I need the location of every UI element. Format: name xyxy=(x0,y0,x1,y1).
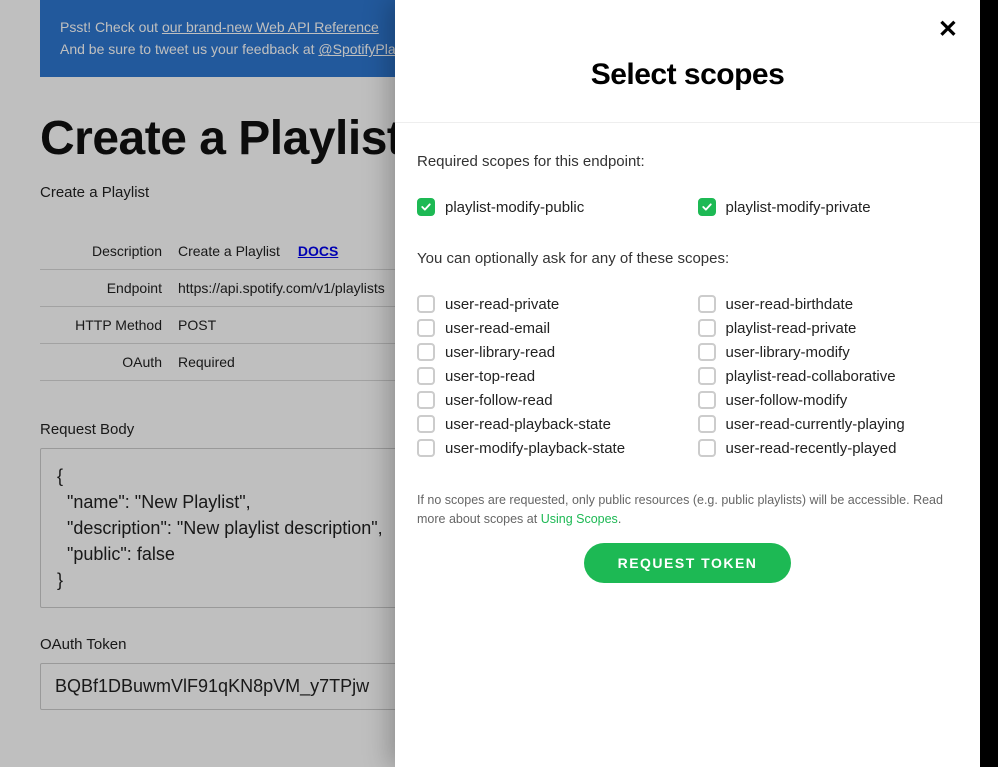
request-token-button[interactable]: REQUEST TOKEN xyxy=(584,543,792,583)
scope-label: user-top-read xyxy=(445,368,535,385)
scope-label: user-follow-modify xyxy=(726,392,848,409)
scope-item[interactable]: user-read-birthdate xyxy=(698,295,959,313)
select-scopes-modal: ✕ Select scopes Required scopes for this… xyxy=(395,0,980,767)
scope-label: user-follow-read xyxy=(445,392,553,409)
scope-label: user-read-recently-played xyxy=(726,440,897,457)
checkbox-icon[interactable] xyxy=(698,343,716,361)
checkbox-icon[interactable] xyxy=(698,319,716,337)
scope-item[interactable]: playlist-modify-public xyxy=(417,198,678,216)
scope-item[interactable]: user-read-email xyxy=(417,319,678,337)
scope-item[interactable]: user-modify-playback-state xyxy=(417,439,678,457)
checkbox-checked-icon[interactable] xyxy=(417,198,435,216)
optional-scopes-text: You can optionally ask for any of these … xyxy=(417,250,958,267)
modal-title: Select scopes xyxy=(415,58,960,92)
checkbox-icon[interactable] xyxy=(417,415,435,433)
checkbox-checked-icon[interactable] xyxy=(698,198,716,216)
checkbox-icon[interactable] xyxy=(698,415,716,433)
checkbox-icon[interactable] xyxy=(417,295,435,313)
optional-scopes-grid: user-read-private user-read-birthdate user… xyxy=(417,295,958,457)
scope-label: playlist-read-collaborative xyxy=(726,368,896,385)
close-button[interactable]: ✕ xyxy=(938,18,958,42)
fineprint: If no scopes are requested, only public … xyxy=(417,491,958,529)
scope-item[interactable]: user-read-private xyxy=(417,295,678,313)
scope-label: user-modify-playback-state xyxy=(445,440,625,457)
fineprint-suffix: . xyxy=(618,512,621,526)
scope-item[interactable]: playlist-modify-private xyxy=(698,198,959,216)
checkbox-icon[interactable] xyxy=(417,391,435,409)
checkbox-icon[interactable] xyxy=(417,439,435,457)
scope-item[interactable]: user-follow-read xyxy=(417,391,678,409)
checkbox-icon[interactable] xyxy=(417,319,435,337)
close-icon: ✕ xyxy=(938,16,958,43)
scope-label: playlist-modify-private xyxy=(726,199,871,216)
required-scopes-grid: playlist-modify-public playlist-modify-pr… xyxy=(417,198,958,216)
checkbox-icon[interactable] xyxy=(417,367,435,385)
checkbox-icon[interactable] xyxy=(698,295,716,313)
scope-item[interactable]: user-read-currently-playing xyxy=(698,415,959,433)
scope-label: user-read-birthdate xyxy=(726,296,854,313)
scope-label: user-read-playback-state xyxy=(445,416,611,433)
checkbox-icon[interactable] xyxy=(698,391,716,409)
scope-label: playlist-read-private xyxy=(726,320,857,337)
scope-label: user-read-currently-playing xyxy=(726,416,905,433)
checkbox-icon[interactable] xyxy=(698,439,716,457)
scope-label: playlist-modify-public xyxy=(445,199,584,216)
scope-item[interactable]: playlist-read-private xyxy=(698,319,959,337)
scope-item[interactable]: user-library-read xyxy=(417,343,678,361)
scope-item[interactable]: user-read-playback-state xyxy=(417,415,678,433)
modal-header: Select scopes xyxy=(395,0,980,123)
scope-label: user-read-private xyxy=(445,296,559,313)
scope-item[interactable]: user-read-recently-played xyxy=(698,439,959,457)
fineprint-prefix: If no scopes are requested, only public … xyxy=(417,493,943,526)
scope-item[interactable]: user-top-read xyxy=(417,367,678,385)
scope-item[interactable]: playlist-read-collaborative xyxy=(698,367,959,385)
using-scopes-link[interactable]: Using Scopes xyxy=(541,512,618,526)
checkbox-icon[interactable] xyxy=(698,367,716,385)
scope-label: user-library-modify xyxy=(726,344,850,361)
required-scopes-text: Required scopes for this endpoint: xyxy=(417,153,958,170)
scope-item[interactable]: user-follow-modify xyxy=(698,391,959,409)
scope-label: user-read-email xyxy=(445,320,550,337)
scope-label: user-library-read xyxy=(445,344,555,361)
checkbox-icon[interactable] xyxy=(417,343,435,361)
scope-item[interactable]: user-library-modify xyxy=(698,343,959,361)
